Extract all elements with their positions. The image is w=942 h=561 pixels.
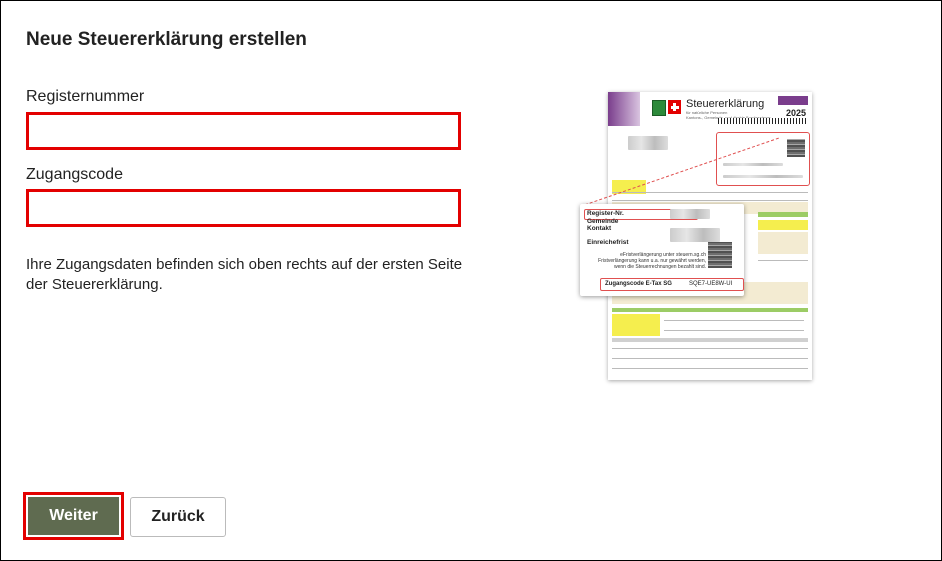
qr-code-icon bbox=[787, 139, 805, 157]
doc-beige-block bbox=[758, 232, 808, 254]
popup-register-label: Register-Nr. bbox=[587, 210, 624, 217]
address-blur bbox=[628, 136, 668, 150]
hint-text: Ihre Zugangsdaten befinden sich oben rec… bbox=[26, 256, 463, 293]
doc-color-band bbox=[608, 92, 640, 126]
popup-kontakt-label: Kontakt bbox=[587, 225, 612, 232]
next-button-highlight: Weiter bbox=[23, 492, 124, 540]
doc-line bbox=[612, 358, 808, 359]
doc-header: Steuererklärung für natürliche Personen … bbox=[608, 92, 812, 126]
dialog-title: Neue Steuererklärung erstellen bbox=[26, 29, 307, 50]
popup-register-blur bbox=[670, 209, 710, 219]
tax-form-illustration: Steuererklärung für natürliche Personen … bbox=[578, 90, 816, 385]
doc-form-tag bbox=[778, 96, 808, 105]
popup-info-blur bbox=[670, 228, 720, 242]
popup-gemeinde-label: Gemeinde bbox=[587, 218, 619, 225]
doc-gray-bar bbox=[612, 338, 808, 342]
doc-title: Steuererklärung bbox=[686, 98, 765, 110]
doc-box-text bbox=[723, 163, 783, 166]
doc-line bbox=[664, 320, 804, 321]
back-button[interactable]: Zurück bbox=[130, 497, 226, 537]
access-code-label: Zugangscode bbox=[26, 166, 123, 183]
next-button[interactable]: Weiter bbox=[28, 497, 119, 535]
doc-green-bar bbox=[612, 308, 808, 312]
register-label: Registernummer bbox=[26, 88, 145, 105]
doc-box-code bbox=[723, 175, 803, 178]
popup-qr-code-icon bbox=[708, 242, 732, 268]
doc-line bbox=[612, 348, 808, 349]
doc-line bbox=[758, 260, 808, 261]
swiss-cross-icon bbox=[668, 100, 681, 114]
doc-line bbox=[664, 330, 804, 331]
doc-access-box bbox=[716, 132, 810, 186]
doc-line bbox=[612, 192, 808, 193]
popup-frist-label: Einreichefrist bbox=[587, 239, 629, 246]
doc-yellow-field bbox=[758, 220, 808, 230]
access-data-zoom: Register-Nr. Gemeinde Kontakt Einreichef… bbox=[580, 204, 744, 296]
access-code-input[interactable] bbox=[26, 189, 461, 227]
doc-yellow-field bbox=[612, 314, 660, 336]
doc-line bbox=[612, 368, 808, 369]
popup-code-value: SQE7-UE8W-UI bbox=[689, 281, 733, 287]
access-code-highlight: Zugangscode E-Tax SG SQE7-UE8W-UI bbox=[600, 278, 744, 291]
st-gallen-crest-icon bbox=[652, 100, 666, 116]
doc-year: 2025 bbox=[785, 108, 806, 118]
doc-line bbox=[612, 200, 808, 201]
barcode-icon bbox=[718, 118, 808, 124]
doc-green-bar bbox=[758, 212, 808, 217]
popup-code-label: Zugangscode E-Tax SG bbox=[605, 281, 672, 287]
popup-note: eFristverlängerung unter steuern.sg.ch F… bbox=[598, 252, 706, 270]
register-number-input[interactable] bbox=[26, 112, 461, 150]
